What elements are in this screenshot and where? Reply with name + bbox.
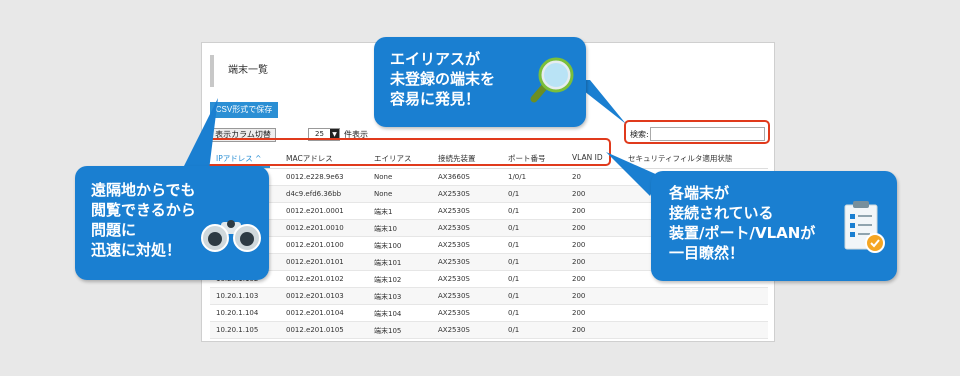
magnifier-icon: [530, 57, 574, 103]
table-cell: 0012.e201.0104: [286, 309, 344, 317]
table-cell: 端末103: [374, 293, 402, 301]
table-cell: 端末104: [374, 310, 402, 318]
table-cell: AX2530S: [438, 275, 470, 283]
page-title: 端末一覧: [228, 65, 268, 76]
table-cell: 200: [572, 190, 586, 198]
table-cell: 0012.e201.0102: [286, 275, 344, 283]
table-cell: 0012.e201.0001: [286, 207, 344, 215]
table-cell: 200: [572, 241, 586, 249]
table-cell: AX2530S: [438, 258, 470, 266]
title-bar: 端末一覧: [210, 55, 268, 87]
table-cell: 端末102: [374, 276, 402, 284]
header-highlight: [203, 138, 611, 166]
table-cell: AX2530S: [438, 241, 470, 249]
table-cell: None: [374, 173, 393, 181]
per-page-value: 25: [315, 130, 324, 138]
table-cell: 0/1: [508, 275, 520, 283]
table-cell: 端末105: [374, 327, 402, 335]
table-cell: AX2530S: [438, 292, 470, 300]
table-cell: AX2530S: [438, 224, 470, 232]
table-cell: d4c9.efd6.36bb: [286, 190, 342, 198]
table-cell: 10.20.1.104: [216, 309, 259, 317]
table-cell: 0012.e201.0010: [286, 224, 344, 232]
table-cell: 0/1: [508, 190, 520, 198]
search-highlight: [624, 120, 770, 144]
table-cell: 0/1: [508, 258, 520, 266]
table-cell: 0/1: [508, 241, 520, 249]
table-cell: 0012.e228.9e63: [286, 173, 344, 181]
table-cell: 0/1: [508, 292, 520, 300]
binoculars-icon: [201, 220, 261, 252]
table-cell: 0/1: [508, 207, 520, 215]
table-cell: 200: [572, 207, 586, 215]
table-cell: 1/0/1: [508, 173, 527, 181]
remote-line-1: 遠隔地からでも: [91, 181, 196, 199]
table-cell: 0/1: [508, 224, 520, 232]
table-cell: AX3660S: [438, 173, 470, 181]
table-cell: 10.20.1.103: [216, 292, 259, 300]
table-cell: AX2530S: [438, 309, 470, 317]
table-cell: 0012.e201.0103: [286, 292, 344, 300]
table-cell: 端末10: [374, 225, 397, 233]
table-cell: 200: [572, 292, 586, 300]
table-row[interactable]: 10.20.1.105 0012.e201.0105 端末105 AX2530S 0/1…: [210, 322, 768, 339]
table-cell: AX2530S: [438, 190, 470, 198]
table-cell: 0012.e201.0105: [286, 326, 344, 334]
table-cell: 10.20.1.105: [216, 326, 259, 334]
table-row[interactable]: 10.20.1.103 0012.e201.0103 端末103 AX2530S 0/1…: [210, 288, 768, 305]
table-cell: 端末100: [374, 242, 402, 250]
table-cell: 0/1: [508, 309, 520, 317]
table-cell: 端末1: [374, 208, 393, 216]
table-cell: AX2530S: [438, 326, 470, 334]
table-cell: 端末101: [374, 259, 402, 267]
alias-callout: エイリアスが 未登録の端末を 容易に発見！: [374, 37, 586, 127]
table-cell: 200: [572, 224, 586, 232]
table-cell: 200: [572, 258, 586, 266]
table-cell: AX2530S: [438, 207, 470, 215]
remote-callout: 遠隔地からでも 閲覧できるから 問題に 迅速に対処！: [75, 166, 269, 280]
table-cell: 200: [572, 326, 586, 334]
checklist-icon: [844, 201, 885, 253]
table-cell: 0012.e201.0100: [286, 241, 344, 249]
device-callout: 各端末が 接続されている 装置/ポート/VLANが 一目瞭然！: [651, 171, 897, 281]
table-cell: 0/1: [508, 326, 520, 334]
table-cell: 200: [572, 309, 586, 317]
table-row[interactable]: 10.20.1.104 0012.e201.0104 端末104 AX2530S 0/1…: [210, 305, 768, 322]
table-cell: 200: [572, 275, 586, 283]
table-cell: 20: [572, 173, 581, 181]
table-cell: 0012.e201.0101: [286, 258, 344, 266]
table-cell: None: [374, 190, 393, 198]
